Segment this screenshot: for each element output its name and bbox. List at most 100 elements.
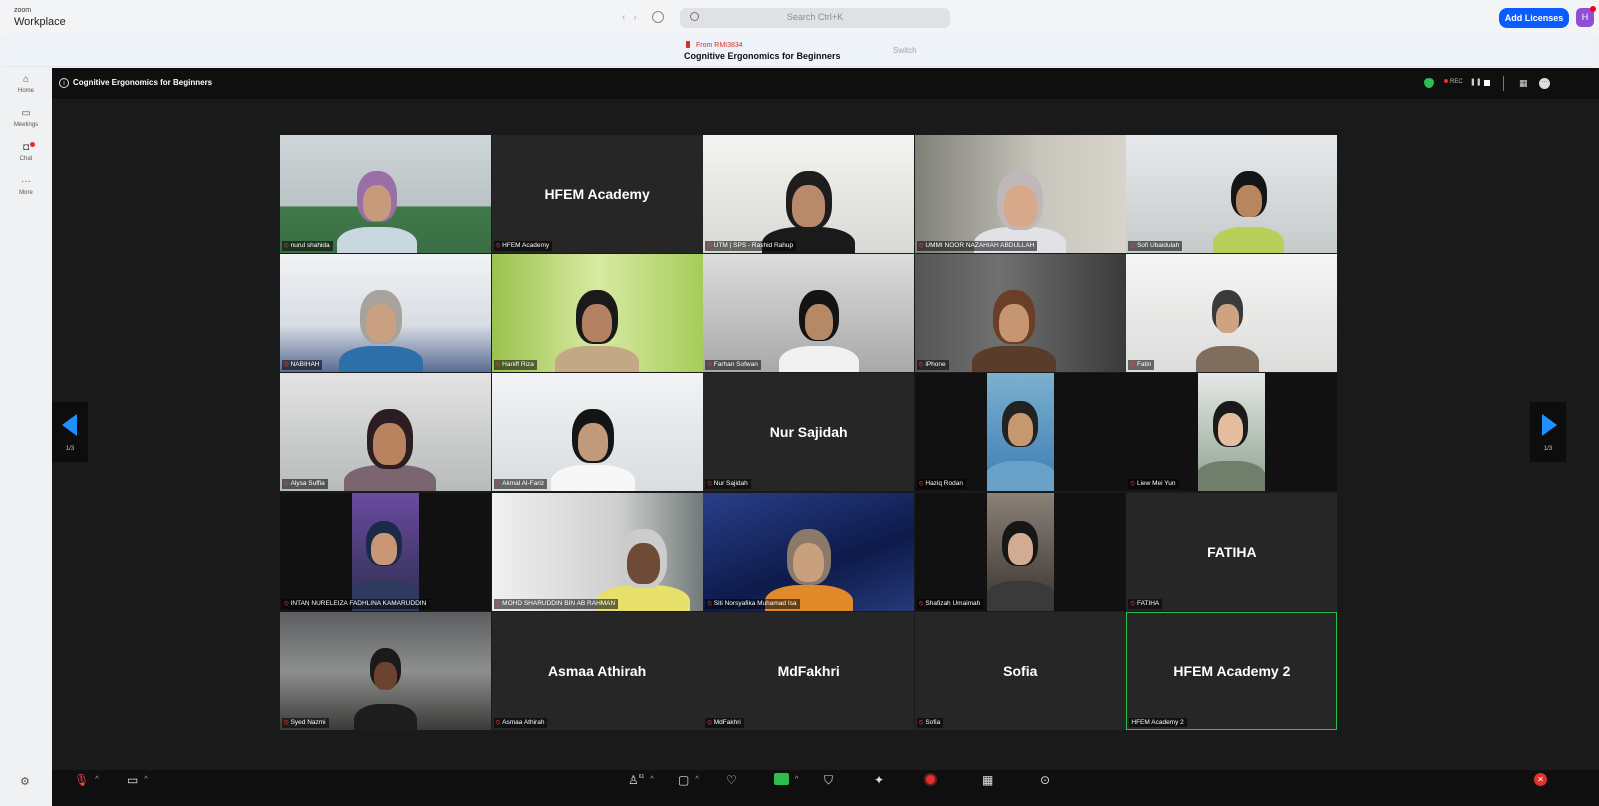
participant-tile[interactable]: ⦸ Syed Nazmi xyxy=(280,611,491,730)
participant-name: Haziq Rodan xyxy=(925,480,963,488)
participant-tile[interactable]: ⦸ UTM | SPS - Rashid Rahup xyxy=(703,135,915,253)
more-button[interactable]: ⊙ xyxy=(1040,773,1050,787)
left-arrow-icon xyxy=(62,414,77,436)
participant-tile[interactable]: ⦸ Alysa Suffia xyxy=(280,373,491,492)
chevron-up-icon[interactable]: ^ xyxy=(95,776,98,783)
participant-tile[interactable]: HFEM Academy 2 HFEM Academy 2 xyxy=(1126,611,1338,730)
chevron-up-icon[interactable]: ^ xyxy=(144,776,147,783)
sparkle-icon: ✦ xyxy=(874,773,885,787)
person-face xyxy=(998,304,1029,343)
participant-name: Liew Mei Yun xyxy=(1136,480,1176,488)
back-forward-arrows-icon[interactable]: ‹› xyxy=(622,12,645,23)
participant-name-label: ⦸ Sofi Ubaidulah xyxy=(1128,241,1183,251)
muted-mic-icon: ⦸ xyxy=(918,718,924,726)
participant-name: nurul shahida xyxy=(290,242,330,249)
record-dot-icon xyxy=(1444,79,1448,83)
add-licenses-button[interactable]: Add Licenses xyxy=(1499,8,1569,28)
sidebar-label-chat: Chat xyxy=(19,156,33,162)
switch-button[interactable]: Switch xyxy=(893,46,917,55)
muted-mic-icon: ⦸ xyxy=(495,361,501,369)
share-button[interactable]: ^ xyxy=(774,773,798,787)
sidebar-item-chat[interactable]: ◘ Chat xyxy=(0,142,52,162)
participant-tile[interactable]: ⦸ Akmal Al-Fariz xyxy=(491,373,703,492)
participant-tile[interactable]: ⦸ nurul shahida xyxy=(280,135,491,253)
person-face xyxy=(362,185,392,222)
participant-name-label: ⦸ Fatin xyxy=(1128,360,1155,371)
video-button[interactable]: ▭ ^ xyxy=(127,773,148,787)
person-silhouette xyxy=(971,346,1056,373)
search-input[interactable]: Search Ctrl+K xyxy=(680,8,950,28)
participant-display-name: HFEM Academy 2 xyxy=(1173,662,1291,679)
react-button[interactable]: ♡ xyxy=(726,773,737,787)
participant-tile[interactable]: Asmaa Athirah ⦸ Asmaa Athirah xyxy=(491,611,703,730)
participant-tile[interactable]: Sofia ⦸ Sofia xyxy=(914,611,1126,730)
participant-tile[interactable]: ⦸ INTAN NURELEIZA FADHLINA KAMARUDDIN xyxy=(280,492,491,611)
participant-tile[interactable]: ⦸ Fatin xyxy=(1126,254,1338,373)
participant-tile[interactable]: ⦸ Haniff Riza xyxy=(491,254,703,373)
participant-name-label: ⦸ Liew Mei Yun xyxy=(1128,479,1179,490)
participant-tile[interactable]: ⦸ Liew Mei Yun xyxy=(1126,373,1338,492)
view-grid-icon[interactable]: ▦ xyxy=(1519,78,1528,89)
chevron-up-icon[interactable]: ^ xyxy=(795,776,798,783)
avatar[interactable]: H xyxy=(1576,6,1596,27)
stop-recording-icon[interactable] xyxy=(1484,80,1490,86)
apps-button[interactable]: ▦ xyxy=(982,773,993,787)
participant-tile[interactable]: ⦸ Siti Norsyafika Muhamad Isa xyxy=(703,492,915,611)
video-grid: ⦸ nurul shahida HFEM Academy ⦸ HFEM Academy ⦸… xyxy=(280,135,1338,731)
participant-tile[interactable]: MdFakhri ⦸ MdFakhri xyxy=(703,611,915,730)
previous-page-arrow[interactable]: 1/3 xyxy=(52,402,88,462)
ai-companion-button[interactable]: ✦ xyxy=(874,773,884,787)
participant-tile[interactable]: ⦸ iPhone xyxy=(914,254,1126,373)
history-icon[interactable] xyxy=(652,11,664,23)
participant-name: iPhone xyxy=(925,361,946,369)
mute-button[interactable]: 🎙 ^ xyxy=(74,773,99,787)
share-screen-icon xyxy=(774,773,789,785)
chevron-up-icon[interactable]: ^ xyxy=(650,776,653,783)
participant-name-label: ⦸ Nur Sajidah xyxy=(705,479,751,490)
participant-tile[interactable]: ⦸ Haziq Rodan xyxy=(914,373,1126,492)
next-page-arrow[interactable]: 1/3 xyxy=(1530,402,1566,462)
muted-mic-icon: ⦸ xyxy=(284,718,289,726)
unread-dot-icon xyxy=(30,142,35,147)
participant-tile[interactable]: HFEM Academy ⦸ HFEM Academy xyxy=(491,135,703,253)
left-sidebar: ⌂ Home ▭ Meetings ◘ Chat ··· More ⚙ xyxy=(0,68,52,806)
participant-name-label: ⦸ FATIHA xyxy=(1128,598,1163,609)
muted-mic-icon: ⦸ xyxy=(284,242,289,249)
participant-name-label: ⦸ Farhan Sofwan xyxy=(705,360,761,371)
host-tools-button[interactable]: ⛉ xyxy=(824,773,833,788)
participant-tile[interactable]: FATIHA ⦸ FATIHA xyxy=(1126,492,1338,611)
participant-tile[interactable]: Nur Sajidah ⦸ Nur Sajidah xyxy=(703,373,915,492)
sidebar-item-meetings[interactable]: ▭ Meetings xyxy=(0,108,52,128)
video-off-icon: ▭ xyxy=(127,773,139,787)
chat-button[interactable]: ▢ ^ xyxy=(678,773,699,787)
participant-display-name: HFEM Academy xyxy=(544,186,650,202)
participant-tile[interactable]: ⦸ Shafizah Umaimah xyxy=(914,492,1126,611)
participant-tile[interactable]: ⦸ UMMI NOOR NAZAHIAH ABDULLAH xyxy=(914,135,1126,253)
home-icon: ⌂ xyxy=(22,74,30,85)
muted-mic-icon: ⦸ xyxy=(918,480,924,488)
chevron-up-icon[interactable]: ^ xyxy=(695,776,698,783)
participant-tile[interactable]: ⦸ Farhan Sofwan xyxy=(703,254,915,373)
participant-name: Farhan Sofwan xyxy=(713,361,758,369)
participant-name: HFEM Academy xyxy=(502,242,550,249)
sidebar-item-home[interactable]: ⌂ Home xyxy=(0,74,52,94)
muted-mic-icon: ⦸ xyxy=(707,480,712,488)
encryption-shield-icon[interactable] xyxy=(1424,78,1434,88)
participant-tile[interactable]: ⦸ NABIHAH xyxy=(280,254,491,373)
sidebar-item-more[interactable]: ··· More xyxy=(0,176,52,196)
participant-tile[interactable]: ⦸ Sofi Ubaidulah xyxy=(1126,135,1338,253)
zoom-workplace-window: zoom Workplace ‹› Search Ctrl+K Add Lice… xyxy=(0,0,1599,806)
muted-mic-icon: ⦸ xyxy=(495,480,501,488)
participants-button[interactable]: ♙61 ^ xyxy=(628,773,654,787)
person-face xyxy=(371,532,397,565)
more-options-icon[interactable]: ··· xyxy=(1539,78,1550,89)
avatar-letter: H xyxy=(1581,12,1589,22)
end-meeting-button[interactable]: ✕ xyxy=(1534,773,1547,786)
participant-tile[interactable]: ⦸ MOHD SHARUDDIN BIN AB RAHMAN xyxy=(491,492,703,611)
pause-recording-icon[interactable]: ❚❚ xyxy=(1470,78,1482,86)
info-icon[interactable]: i xyxy=(59,78,69,88)
settings-gear-icon[interactable]: ⚙ xyxy=(20,775,30,788)
more-circle-icon: ⊙ xyxy=(1040,773,1051,787)
record-button[interactable] xyxy=(924,773,937,787)
person-face xyxy=(374,661,397,691)
